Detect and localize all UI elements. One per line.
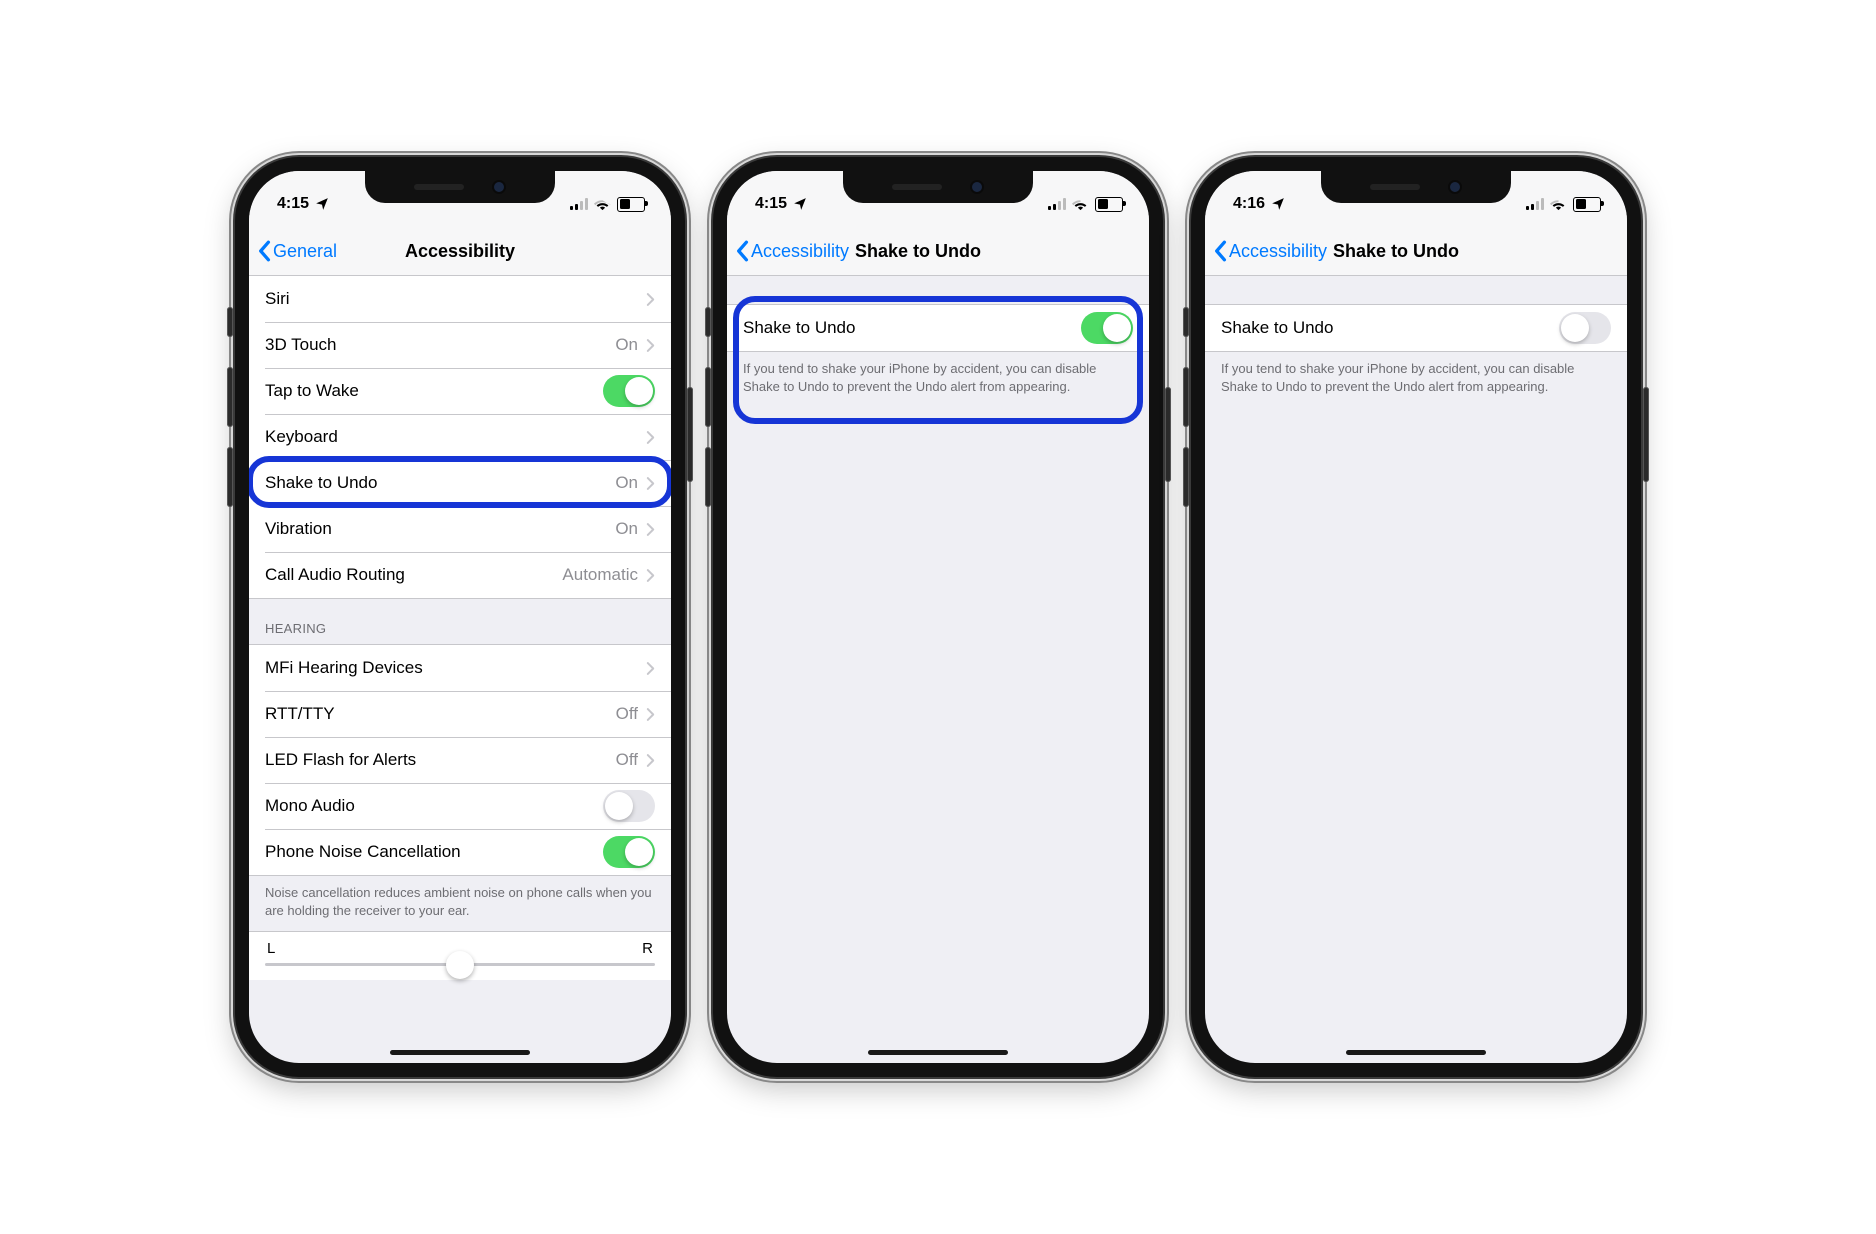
volume-up-button	[705, 367, 711, 427]
phone-frame: 4:16 Accessibility Shake to Undo	[1191, 157, 1641, 1077]
location-icon	[315, 197, 329, 211]
mute-switch	[227, 307, 233, 337]
interaction-section: Siri 3D Touch On Tap to Wake Keyboard	[249, 276, 671, 599]
status-time: 4:16	[1233, 195, 1265, 213]
back-label: General	[273, 241, 337, 262]
volume-up-button	[1183, 367, 1189, 427]
row-shake-to-undo: Shake to Undo	[1205, 305, 1627, 351]
chevron-right-icon	[646, 522, 655, 537]
row-noise-cancellation: Phone Noise Cancellation	[249, 829, 671, 875]
hearing-section: MFi Hearing Devices RTT/TTY Off LED Flas…	[249, 644, 671, 876]
settings-list[interactable]: Shake to Undo If you tend to shake your …	[1205, 276, 1627, 1063]
cellular-signal-icon	[570, 198, 588, 210]
cellular-signal-icon	[1526, 198, 1544, 210]
toggle-switch[interactable]	[603, 790, 655, 822]
screen: 4:15	[249, 171, 671, 1063]
back-label: Accessibility	[751, 241, 849, 262]
row-tap-to-wake: Tap to Wake	[249, 368, 671, 414]
balance-right-label: R	[642, 940, 653, 957]
back-button[interactable]: Accessibility	[735, 240, 849, 262]
audio-balance-slider[interactable]: L R	[249, 931, 671, 980]
chevron-right-icon	[646, 661, 655, 676]
nav-title: Shake to Undo	[855, 241, 981, 262]
toggle-switch[interactable]	[1559, 312, 1611, 344]
chevron-right-icon	[646, 707, 655, 722]
home-indicator[interactable]	[868, 1050, 1008, 1055]
nav-title: Shake to Undo	[1333, 241, 1459, 262]
shake-section: Shake to Undo	[1205, 304, 1627, 352]
toggle-switch[interactable]	[603, 375, 655, 407]
volume-up-button	[227, 367, 233, 427]
cellular-signal-icon	[1048, 198, 1066, 210]
slider-thumb[interactable]	[446, 951, 474, 979]
battery-icon	[617, 197, 645, 212]
wifi-icon	[594, 198, 611, 211]
nav-bar: Accessibility Shake to Undo	[727, 227, 1149, 276]
row-led-flash[interactable]: LED Flash for Alerts Off	[249, 737, 671, 783]
nav-bar: Accessibility Shake to Undo	[1205, 227, 1627, 276]
volume-down-button	[227, 447, 233, 507]
row-mfi-hearing[interactable]: MFi Hearing Devices	[249, 645, 671, 691]
section-header-hearing: HEARING	[249, 599, 671, 644]
row-rtt-tty[interactable]: RTT/TTY Off	[249, 691, 671, 737]
row-3d-touch[interactable]: 3D Touch On	[249, 322, 671, 368]
back-button[interactable]: General	[257, 240, 337, 262]
mute-switch	[705, 307, 711, 337]
status-time: 4:15	[755, 195, 787, 213]
chevron-right-icon	[646, 430, 655, 445]
volume-down-button	[1183, 447, 1189, 507]
notch	[365, 171, 555, 203]
status-time: 4:15	[277, 195, 309, 213]
home-indicator[interactable]	[1346, 1050, 1486, 1055]
chevron-right-icon	[646, 292, 655, 307]
notch	[1321, 171, 1511, 203]
three-phone-tutorial: 4:15	[0, 0, 1876, 1234]
side-button	[1165, 387, 1171, 482]
chevron-right-icon	[646, 338, 655, 353]
nav-title: Accessibility	[405, 241, 515, 262]
phone-frame: 4:15 Accessibility Shake to Undo	[713, 157, 1163, 1077]
toggle-switch[interactable]	[1081, 312, 1133, 344]
row-vibration[interactable]: Vibration On	[249, 506, 671, 552]
nav-bar: General Accessibility	[249, 227, 671, 276]
screen: 4:16 Accessibility Shake to Undo	[1205, 171, 1627, 1063]
screen: 4:15 Accessibility Shake to Undo	[727, 171, 1149, 1063]
side-button	[687, 387, 693, 482]
toggle-switch[interactable]	[603, 836, 655, 868]
row-mono-audio: Mono Audio	[249, 783, 671, 829]
chevron-right-icon	[646, 568, 655, 583]
phone-frame: 4:15	[235, 157, 685, 1077]
section-footer-noise: Noise cancellation reduces ambient noise…	[249, 876, 671, 931]
back-button[interactable]: Accessibility	[1213, 240, 1327, 262]
home-indicator[interactable]	[390, 1050, 530, 1055]
settings-list[interactable]: Shake to Undo If you tend to shake your …	[727, 276, 1149, 1063]
chevron-right-icon	[646, 753, 655, 768]
notch	[843, 171, 1033, 203]
row-keyboard[interactable]: Keyboard	[249, 414, 671, 460]
section-footer-shake: If you tend to shake your iPhone by acci…	[1205, 352, 1627, 407]
section-footer-shake: If you tend to shake your iPhone by acci…	[727, 352, 1149, 407]
row-shake-to-undo: Shake to Undo	[727, 305, 1149, 351]
battery-icon	[1573, 197, 1601, 212]
shake-section: Shake to Undo	[727, 304, 1149, 352]
wifi-icon	[1072, 198, 1089, 211]
side-button	[1643, 387, 1649, 482]
location-icon	[793, 197, 807, 211]
wifi-icon	[1550, 198, 1567, 211]
chevron-right-icon	[646, 476, 655, 491]
battery-icon	[1095, 197, 1123, 212]
row-siri[interactable]: Siri	[249, 276, 671, 322]
row-call-audio-routing[interactable]: Call Audio Routing Automatic	[249, 552, 671, 598]
mute-switch	[1183, 307, 1189, 337]
volume-down-button	[705, 447, 711, 507]
settings-list[interactable]: Siri 3D Touch On Tap to Wake Keyboard	[249, 276, 671, 1063]
balance-left-label: L	[267, 940, 275, 957]
back-label: Accessibility	[1229, 241, 1327, 262]
row-shake-to-undo[interactable]: Shake to Undo On	[249, 460, 671, 506]
location-icon	[1271, 197, 1285, 211]
